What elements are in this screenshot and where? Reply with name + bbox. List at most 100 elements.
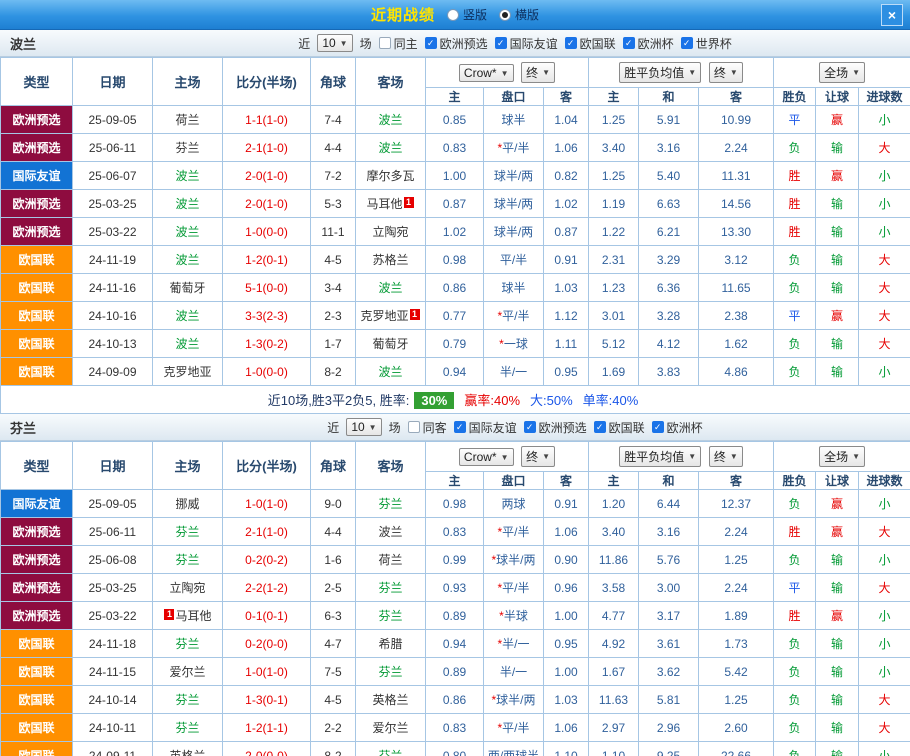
home-odds-cell: 0.77 [426, 302, 484, 330]
avg-home-cell: 4.77 [589, 602, 639, 630]
titlebar-group: 近期战绩 竖版 横版 [371, 4, 539, 25]
close-button[interactable]: × [881, 4, 903, 26]
avg-odds-select[interactable]: 胜平负均值▼ [619, 62, 701, 83]
score-cell: 2-0(1-0) [223, 190, 311, 218]
avg-final-select[interactable]: 终▼ [709, 446, 743, 467]
chevron-down-icon: ▼ [542, 68, 550, 77]
avg-draw-cell: 9.25 [639, 742, 699, 756]
same-venue-filter[interactable]: 同主 [379, 35, 418, 52]
competition-filter[interactable]: 欧洲杯 [652, 419, 703, 436]
checkbox-icon[interactable] [495, 37, 507, 49]
match-scope-value: 全场 [824, 64, 848, 81]
avg-final-select[interactable]: 终▼ [709, 62, 743, 83]
avg-away-cell: 11.31 [699, 162, 774, 190]
checkbox-icon[interactable] [652, 421, 664, 433]
checkbox-icon[interactable] [623, 37, 635, 49]
corner-cell: 9-0 [311, 490, 356, 518]
competition-filter[interactable]: 欧国联 [565, 35, 616, 52]
team-label: 克罗地亚 [360, 309, 408, 323]
competition-filter-label: 国际友谊 [510, 35, 558, 52]
competition-filter[interactable]: 欧洲预选 [425, 35, 488, 52]
odds-final-select[interactable]: 终▼ [521, 62, 555, 83]
competition-filter-label: 欧洲杯 [638, 35, 674, 52]
avg-away-cell: 1.89 [699, 602, 774, 630]
avg-draw-cell: 5.40 [639, 162, 699, 190]
away-odds-cell: 1.06 [544, 134, 589, 162]
recent-count-select[interactable]: 10 ▼ [346, 418, 381, 436]
same-venue-filter[interactable]: 同客 [408, 419, 447, 436]
odds-final-select[interactable]: 终▼ [521, 446, 555, 467]
match-row: 欧洲预选 25-06-11 芬兰 2-1(1-0) 4-4 波兰 0.83 *平… [1, 134, 910, 162]
away-odds-cell: 1.03 [544, 686, 589, 714]
same-venue-label: 同客 [423, 419, 447, 436]
odds-group-header: Crow*▼ 终▼ [426, 58, 589, 88]
checkbox-icon[interactable] [425, 37, 437, 49]
avg-draw-cell: 3.16 [639, 518, 699, 546]
team-label: 葡萄牙 [372, 337, 408, 351]
handicap-cell: *平/半 [484, 134, 544, 162]
date-cell: 24-10-14 [73, 686, 153, 714]
team-section-header: 波兰 近 10 ▼ 场 同主 欧洲预选国际友谊欧国联欧洲杯世界杯 [0, 30, 910, 57]
summary-stat: 大:50% [530, 393, 573, 408]
sub-header-result: 胜负 [774, 88, 816, 106]
team-label: 爱尔兰 [372, 721, 408, 735]
away-odds-cell: 1.10 [544, 742, 589, 756]
avg-draw-cell: 3.00 [639, 574, 699, 602]
odds-group-header: Crow*▼ 终▼ [426, 442, 589, 472]
match-scope-select[interactable]: 全场▼ [819, 446, 865, 467]
avg-away-cell: 2.24 [699, 134, 774, 162]
games-label: 场 [360, 35, 372, 52]
checkbox-icon[interactable] [524, 421, 536, 433]
competition-filter[interactable]: 世界杯 [681, 35, 732, 52]
avg-home-cell: 1.25 [589, 162, 639, 190]
odds-company-select[interactable]: Crow*▼ [459, 64, 514, 82]
avg-group-header: 胜平负均值▼ 终▼ [589, 442, 774, 472]
checkbox-icon[interactable] [379, 37, 391, 49]
checkbox-icon[interactable] [594, 421, 606, 433]
score-cell: 2-2(1-2) [223, 574, 311, 602]
summary-stat: 单率:40% [583, 393, 639, 408]
corner-cell: 8-2 [311, 742, 356, 756]
competition-filter[interactable]: 欧洲预选 [524, 419, 587, 436]
competition-filter[interactable]: 国际友谊 [495, 35, 558, 52]
chevron-down-icon: ▼ [688, 68, 696, 77]
score-cell: 1-2(1-1) [223, 714, 311, 742]
competition-filter[interactable]: 欧国联 [594, 419, 645, 436]
goals-cell: 大 [859, 686, 910, 714]
radio-icon[interactable] [447, 9, 459, 21]
avg-home-cell: 3.40 [589, 518, 639, 546]
team-label: 波兰 [378, 525, 402, 539]
avg-home-cell: 4.92 [589, 630, 639, 658]
checkbox-icon[interactable] [681, 37, 693, 49]
competition-type-cell: 欧洲预选 [1, 546, 73, 574]
avg-draw-cell: 6.36 [639, 274, 699, 302]
result-cell: 胜 [774, 162, 816, 190]
avg-odds-select[interactable]: 胜平负均值▼ [619, 446, 701, 467]
score-cell: 1-3(0-1) [223, 686, 311, 714]
odds-company-select[interactable]: Crow*▼ [459, 448, 514, 466]
match-scope-select[interactable]: 全场▼ [819, 62, 865, 83]
result-cell: 负 [774, 686, 816, 714]
goals-cell: 小 [859, 630, 910, 658]
goals-cell: 大 [859, 274, 910, 302]
checkbox-icon[interactable] [408, 421, 420, 433]
layout-radio-vertical[interactable]: 竖版 [447, 6, 487, 23]
home-odds-cell: 0.99 [426, 546, 484, 574]
recent-count-select[interactable]: 10 ▼ [317, 34, 352, 52]
avg-away-cell: 1.73 [699, 630, 774, 658]
checkbox-icon[interactable] [565, 37, 577, 49]
competition-type-cell: 欧洲预选 [1, 218, 73, 246]
goals-cell: 小 [859, 162, 910, 190]
handicap-change-star: * [497, 309, 502, 323]
avg-home-cell: 1.19 [589, 190, 639, 218]
competition-filter[interactable]: 欧洲杯 [623, 35, 674, 52]
checkbox-icon[interactable] [454, 421, 466, 433]
result-cell: 负 [774, 134, 816, 162]
away-odds-cell: 1.04 [544, 106, 589, 134]
score-cell: 2-0(0-0) [223, 742, 311, 756]
layout-radio-horizontal[interactable]: 横版 [499, 6, 539, 23]
competition-filter[interactable]: 国际友谊 [454, 419, 517, 436]
away-team-cell: 爱尔兰 [356, 714, 426, 742]
radio-icon[interactable] [499, 9, 511, 21]
filter-bar: 近 10 ▼ 场 同主 欧洲预选国际友谊欧国联欧洲杯世界杯 [130, 34, 900, 52]
